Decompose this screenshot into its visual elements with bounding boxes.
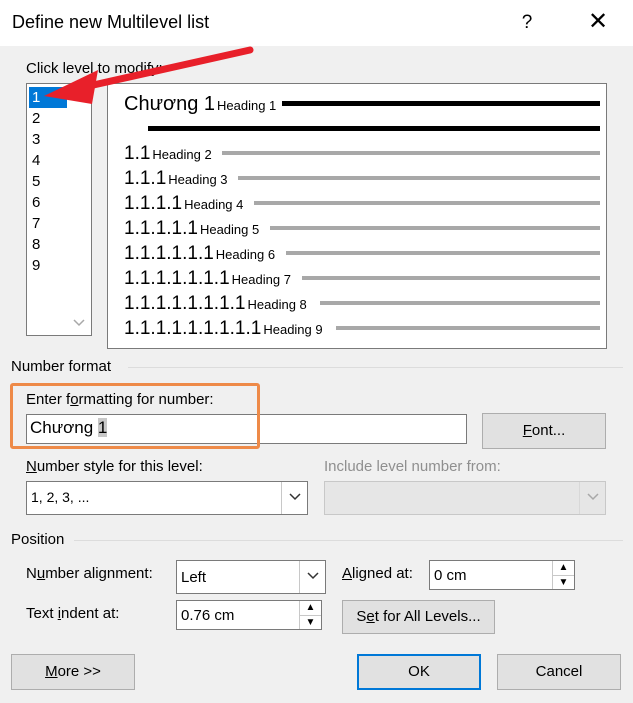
annotation-arrow: [44, 46, 254, 104]
